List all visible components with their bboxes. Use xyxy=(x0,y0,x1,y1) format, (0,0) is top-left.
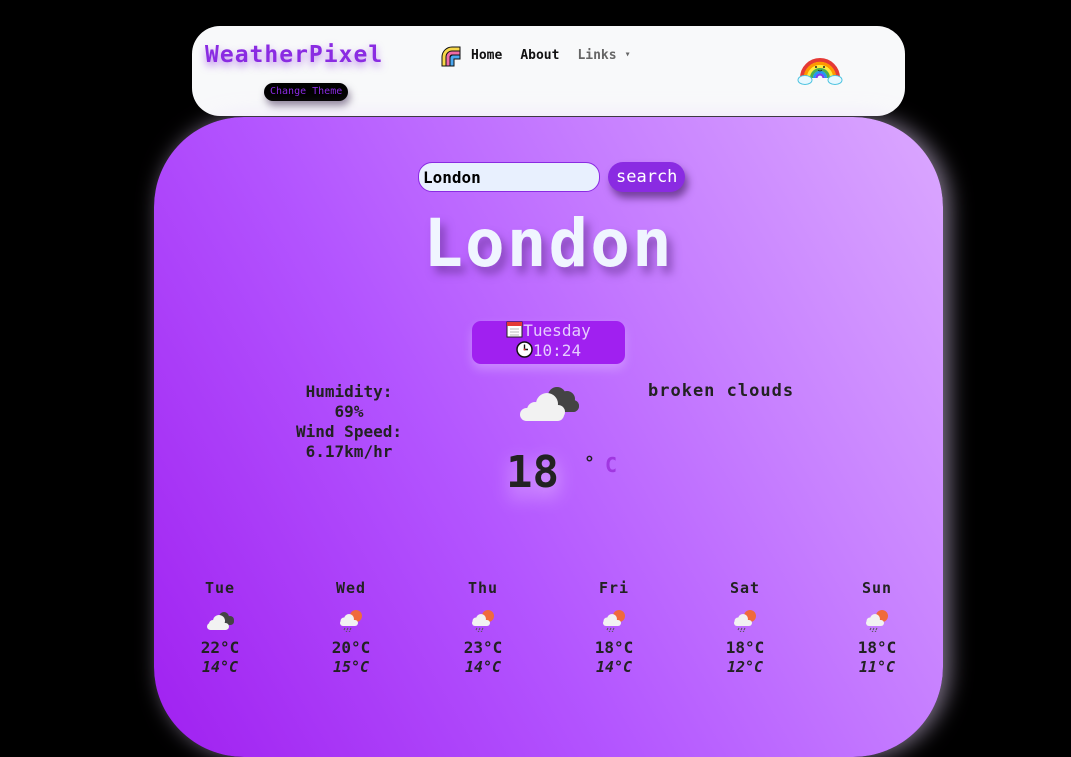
forecast-max-temp: 18°C xyxy=(857,638,897,657)
forecast-day: Sat 18°C 12°C xyxy=(695,579,795,678)
calendar-icon xyxy=(506,321,523,338)
weather-card: search London Tuesday 10:24 Humidity: 69… xyxy=(154,117,943,757)
current-day: Tuesday xyxy=(523,321,591,340)
weather-description: broken clouds xyxy=(648,381,795,401)
forecast-max-temp: 20°C xyxy=(331,638,371,657)
sun-rain-cloud-icon xyxy=(866,610,888,632)
change-theme-button[interactable]: Change Theme xyxy=(264,83,349,101)
date-time-badge: Tuesday 10:24 xyxy=(472,321,625,364)
wind-speed-label: Wind Speed: xyxy=(296,422,402,441)
forecast-day-name: Fri xyxy=(598,579,630,597)
navbar: WeatherPixel Home About Links ▾ Change T… xyxy=(192,26,905,116)
forecast-min-temp: 12°C xyxy=(726,658,764,676)
chevron-down-icon[interactable]: ▾ xyxy=(625,49,631,63)
forecast-max-temp: 18°C xyxy=(725,638,765,657)
sun-rain-cloud-icon xyxy=(340,610,362,632)
rainbow-arc-icon xyxy=(441,46,461,67)
time-row: 10:24 xyxy=(472,341,625,361)
forecast-day: Sun 18°C 11°C xyxy=(827,579,927,678)
sun-rain-cloud-icon xyxy=(472,610,494,632)
forecast-min-temp: 14°C xyxy=(464,658,502,676)
nav-link-home[interactable]: Home xyxy=(471,48,502,63)
humidity-value: 69% xyxy=(334,402,364,421)
degree-symbol: ° xyxy=(584,453,595,474)
brand-logo[interactable]: WeatherPixel xyxy=(205,42,383,68)
forecast-day-name: Wed xyxy=(335,579,367,597)
forecast-max-temp: 18°C xyxy=(594,638,634,657)
forecast-max-temp: 23°C xyxy=(463,638,503,657)
forecast-day: Wed 20°C 15°C xyxy=(301,579,401,678)
forecast-day: Tue 22°C 14°C xyxy=(170,579,270,678)
current-time: 10:24 xyxy=(532,341,582,360)
clock-icon xyxy=(516,341,533,358)
forecast-day-name: Tue xyxy=(204,579,236,597)
forecast-day-name: Thu xyxy=(467,579,499,597)
nav-link-links-dropdown[interactable]: Links xyxy=(577,48,616,63)
forecast-min-temp: 14°C xyxy=(201,658,239,676)
city-name: London xyxy=(423,205,674,282)
day-row: Tuesday xyxy=(472,321,625,341)
temperature-unit: C xyxy=(605,453,618,477)
forecast-day: Fri 18°C 14°C xyxy=(564,579,664,678)
forecast-day-name: Sat xyxy=(729,579,761,597)
wind-speed-value: 6.17km/hr xyxy=(305,442,393,461)
current-temperature: 18 xyxy=(506,447,559,498)
forecast-day-name: Sun xyxy=(861,579,893,597)
city-search-input[interactable] xyxy=(418,162,600,192)
forecast-max-temp: 22°C xyxy=(200,638,240,657)
rainbow-clouds-icon xyxy=(797,58,843,85)
forecast-min-temp: 15°C xyxy=(332,658,370,676)
nav-link-about[interactable]: About xyxy=(520,48,559,63)
forecast-min-temp: 14°C xyxy=(595,658,633,676)
sun-rain-cloud-icon xyxy=(734,610,756,632)
sun-rain-cloud-icon xyxy=(603,610,625,632)
broken-clouds-icon xyxy=(207,612,234,630)
weather-details: Humidity: 69% Wind Speed: 6.17km/hr xyxy=(254,382,444,462)
search-button[interactable]: search xyxy=(608,162,686,192)
nav-links: Home About Links ▾ xyxy=(471,48,631,63)
forecast-day: Thu 23°C 14°C xyxy=(433,579,533,678)
forecast-min-temp: 11°C xyxy=(858,658,896,676)
broken-clouds-icon xyxy=(520,387,579,421)
humidity-label: Humidity: xyxy=(305,382,393,401)
